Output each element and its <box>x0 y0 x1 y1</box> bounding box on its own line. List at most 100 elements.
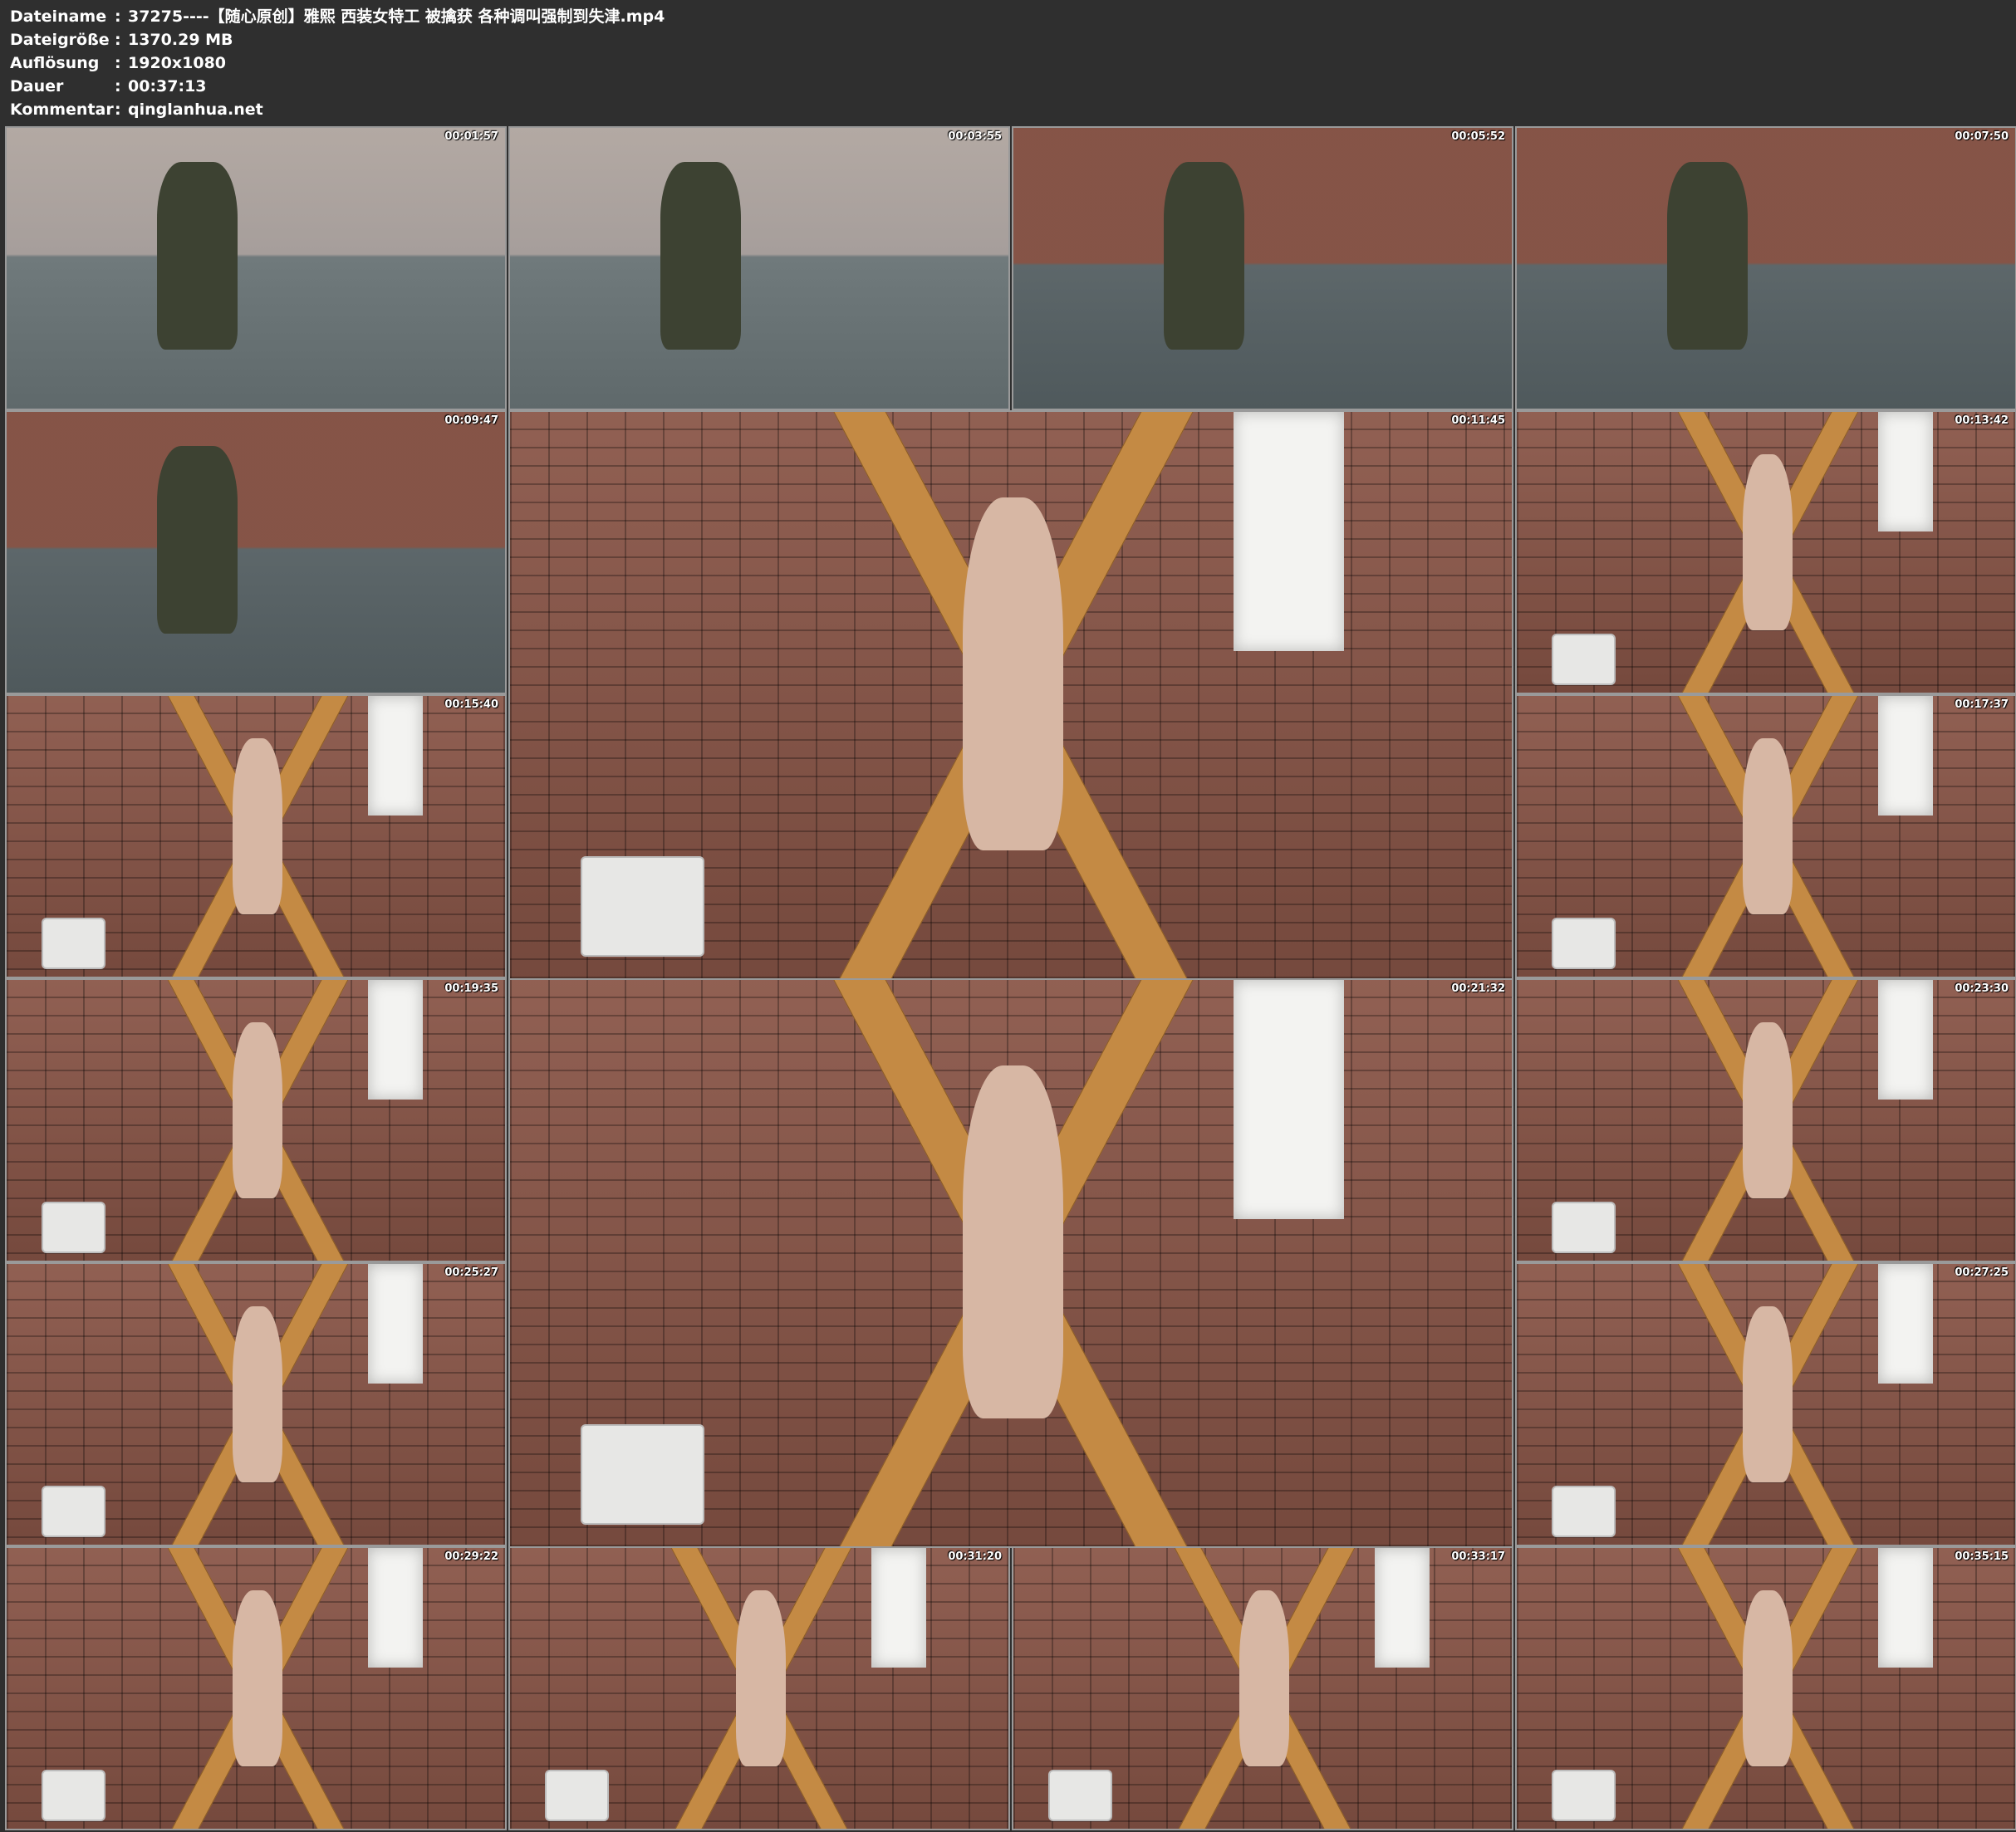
video-thumbnail[interactable]: 00:01:57 <box>5 126 507 410</box>
video-thumbnail[interactable]: 00:09:47 <box>5 410 507 694</box>
figure <box>1742 1306 1793 1483</box>
softbox-light <box>1234 412 1345 652</box>
softbox-light <box>1877 696 1934 816</box>
timestamp-label: 00:05:52 <box>1451 130 1505 143</box>
timestamp-label: 00:29:22 <box>444 1550 498 1563</box>
timestamp-label: 00:19:35 <box>444 982 498 995</box>
softbox-light <box>1877 1264 1934 1384</box>
figure <box>157 446 238 634</box>
heater <box>42 1201 105 1253</box>
comment-value: qinglanhua.net <box>128 100 263 119</box>
resolution-value: 1920x1080 <box>128 54 227 72</box>
softbox-light <box>367 1264 424 1384</box>
softbox-light <box>367 980 424 1100</box>
video-thumbnail[interactable]: 00:15:40 <box>5 694 507 978</box>
figure <box>1742 454 1793 631</box>
softbox-light <box>367 1548 424 1668</box>
video-thumbnail[interactable]: 00:27:25 <box>1515 1262 2016 1546</box>
info-row-duration: Dauer : 00:37:13 <box>10 75 665 98</box>
timestamp-label: 00:25:27 <box>444 1266 498 1279</box>
heater <box>1048 1769 1112 1821</box>
softbox-light <box>1877 1548 1934 1668</box>
heater <box>545 1769 609 1821</box>
timestamp-label: 00:13:42 <box>1955 414 2009 427</box>
figure <box>735 1590 787 1767</box>
timestamp-label: 00:01:57 <box>444 130 498 143</box>
timestamp-label: 00:09:47 <box>444 414 498 427</box>
video-thumbnail[interactable]: 00:11:45 <box>508 410 1513 980</box>
timestamp-label: 00:07:50 <box>1955 130 2009 143</box>
softbox-light <box>1374 1548 1430 1668</box>
filesize-label: Dateigröße <box>10 31 110 49</box>
figure <box>962 497 1063 851</box>
figure <box>1164 162 1244 350</box>
figure <box>962 1065 1063 1419</box>
softbox-light <box>1877 412 1934 531</box>
timestamp-label: 00:27:25 <box>1955 1266 2009 1279</box>
figure <box>157 162 238 350</box>
figure <box>232 738 283 915</box>
heater <box>42 1769 105 1821</box>
figure <box>232 1022 283 1199</box>
timestamp-label: 00:15:40 <box>444 698 498 711</box>
info-row-filesize: Dateigröße : 1370.29 MB <box>10 28 665 51</box>
heater <box>1552 1769 1616 1821</box>
figure <box>1742 738 1793 915</box>
info-row-filename: Dateiname : 37275----【随心原创】雅熙 西装女特工 被擒获 … <box>10 5 665 28</box>
figure <box>1742 1590 1793 1767</box>
video-thumbnail[interactable]: 00:05:52 <box>1012 126 1513 410</box>
timestamp-label: 00:17:37 <box>1955 698 2009 711</box>
timestamp-label: 00:21:32 <box>1451 982 1505 995</box>
separator: : <box>115 7 121 26</box>
duration-label: Dauer <box>10 77 64 96</box>
separator: : <box>115 77 121 96</box>
duration-value: 00:37:13 <box>128 77 207 96</box>
heater <box>1552 917 1616 969</box>
timestamp-label: 00:03:55 <box>948 130 1002 143</box>
heater <box>1552 633 1616 685</box>
heater <box>42 917 105 969</box>
video-thumbnail[interactable]: 00:17:37 <box>1515 694 2016 978</box>
heater <box>580 1424 704 1525</box>
timestamp-label: 00:31:20 <box>948 1550 1002 1563</box>
softbox-light <box>367 696 424 816</box>
info-row-resolution: Auflösung : 1920x1080 <box>10 51 665 75</box>
figure <box>232 1590 283 1767</box>
video-thumbnail[interactable]: 00:35:15 <box>1515 1546 2016 1830</box>
info-row-comment: Kommentar : qinglanhua.net <box>10 98 665 121</box>
softbox-light <box>871 1548 927 1668</box>
timestamp-label: 00:33:17 <box>1451 1550 1505 1563</box>
figure <box>660 162 741 350</box>
video-thumbnail[interactable]: 00:03:55 <box>508 126 1010 410</box>
figure <box>1239 1590 1290 1767</box>
video-thumbnail[interactable]: 00:19:35 <box>5 978 507 1262</box>
file-info-panel: Dateiname : 37275----【随心原创】雅熙 西装女特工 被擒获 … <box>10 5 665 121</box>
comment-label: Kommentar <box>10 100 114 119</box>
video-thumbnail[interactable]: 00:21:32 <box>508 978 1513 1548</box>
figure <box>1742 1022 1793 1199</box>
timestamp-label: 00:35:15 <box>1955 1550 2009 1563</box>
heater <box>580 856 704 957</box>
video-thumbnail[interactable]: 00:13:42 <box>1515 410 2016 694</box>
heater <box>1552 1201 1616 1253</box>
timestamp-label: 00:23:30 <box>1955 982 2009 995</box>
separator: : <box>115 54 121 72</box>
heater <box>42 1485 105 1537</box>
video-thumbnail[interactable]: 00:23:30 <box>1515 978 2016 1262</box>
separator: : <box>115 100 121 119</box>
filename-label: Dateiname <box>10 7 107 26</box>
softbox-light <box>1234 980 1345 1220</box>
filesize-value: 1370.29 MB <box>128 31 233 49</box>
video-thumbnail[interactable]: 00:07:50 <box>1515 126 2016 410</box>
video-thumbnail[interactable]: 00:31:20 <box>508 1546 1010 1830</box>
heater <box>1552 1485 1616 1537</box>
video-thumbnail[interactable]: 00:25:27 <box>5 1262 507 1546</box>
timestamp-label: 00:11:45 <box>1451 414 1505 427</box>
filename-value: 37275----【随心原创】雅熙 西装女特工 被擒获 各种调叫强制到失津.mp… <box>128 7 665 26</box>
separator: : <box>115 31 121 49</box>
resolution-label: Auflösung <box>10 54 100 72</box>
figure <box>1667 162 1748 350</box>
video-thumbnail[interactable]: 00:33:17 <box>1012 1546 1513 1830</box>
figure <box>232 1306 283 1483</box>
video-thumbnail[interactable]: 00:29:22 <box>5 1546 507 1830</box>
